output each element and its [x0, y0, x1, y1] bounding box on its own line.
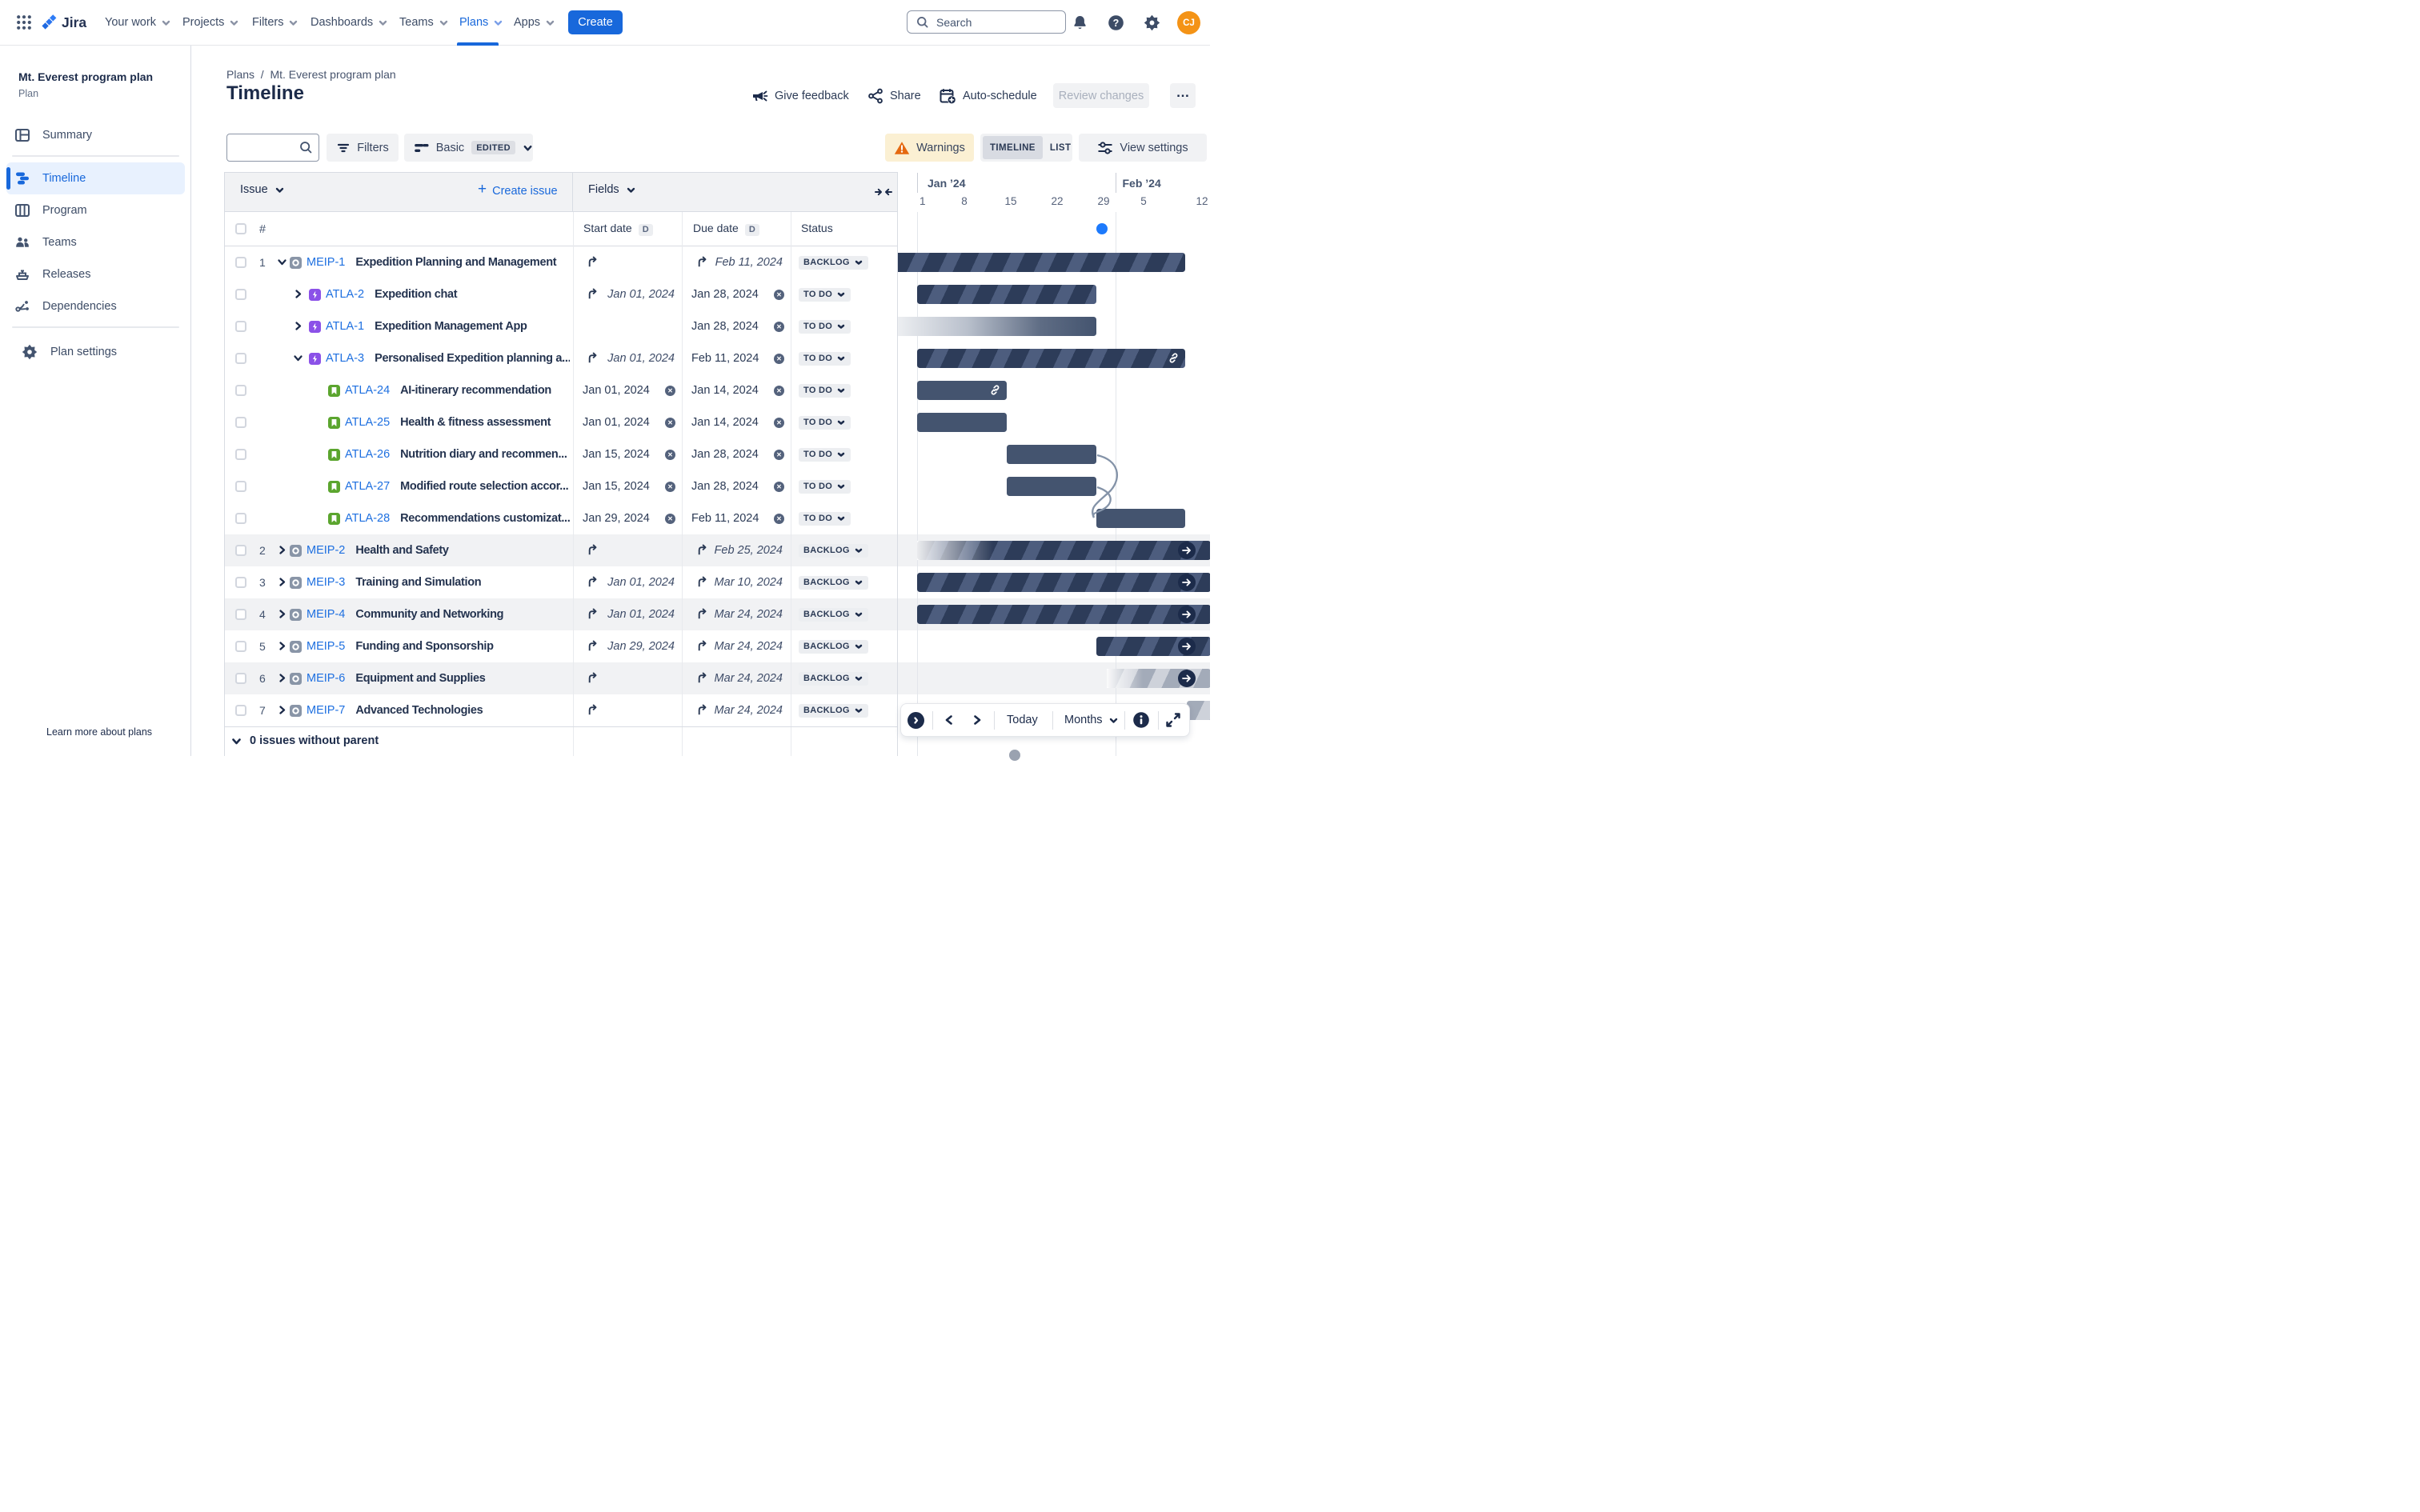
svg-text:?: ? [1113, 18, 1120, 29]
